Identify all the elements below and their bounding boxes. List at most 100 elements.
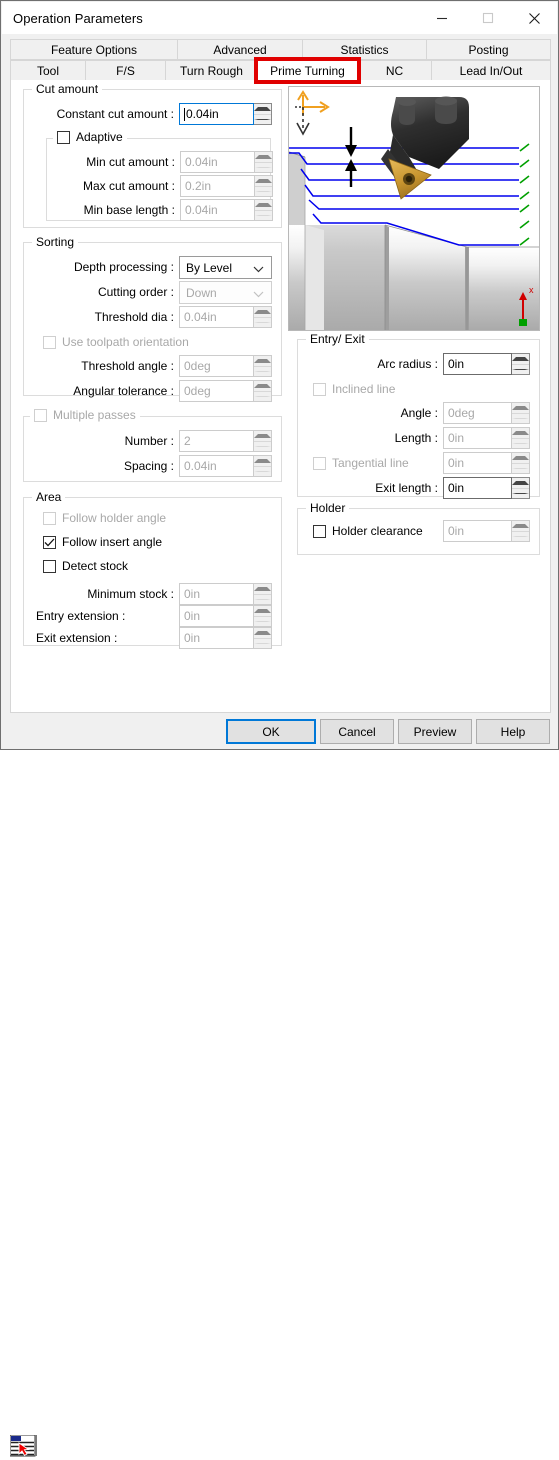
input-min-base-length-field[interactable]: 0.04in [180,199,255,221]
list-cursor-icon[interactable] [9,1434,40,1457]
input-exit-length[interactable]: 0in [443,477,530,499]
input-length-field[interactable]: 0in [443,427,512,449]
cancel-button[interactable]: Cancel [320,719,394,744]
input-minimum-stock-field[interactable]: 0in [179,583,254,605]
spinner-arc-radius[interactable] [512,353,530,375]
tab-lead-in-out[interactable]: Lead In/Out [432,60,551,81]
input-entry-extension-field[interactable]: 0in [179,605,254,627]
input-tangential-line[interactable]: 0in [443,452,530,474]
spinner-min-base-length[interactable] [255,199,273,221]
spinner-down-button[interactable] [254,113,271,125]
spinner-up-button[interactable] [255,176,272,186]
input-min-base-length[interactable]: 0.04in [180,199,273,221]
input-spacing[interactable]: 0.04in [179,455,272,477]
spinner-up-button[interactable] [254,456,271,466]
spinner-minimum-stock[interactable] [254,583,272,605]
spinner-min-cut-amount[interactable] [255,151,273,173]
spinner-down-button[interactable] [254,316,271,328]
spinner-tangential-line[interactable] [512,452,530,474]
input-threshold-dia[interactable]: 0.04in [179,306,272,328]
input-tangential-line-field[interactable]: 0in [443,452,512,474]
input-angular-tolerance-field[interactable]: 0deg [179,380,254,402]
input-angle[interactable]: 0deg [443,402,530,424]
spinner-down-button[interactable] [254,593,271,605]
spinner-down-button[interactable] [254,440,271,452]
spinner-down-button[interactable] [512,487,529,499]
spinner-up-button[interactable] [512,428,529,438]
spinner-up-button[interactable] [512,521,529,531]
spinner-threshold-dia[interactable] [254,306,272,328]
spinner-up-button[interactable] [254,356,271,366]
spinner-down-button[interactable] [254,637,271,649]
spinner-number[interactable] [254,430,272,452]
tab-prime-turning-highlight[interactable]: Prime Turning [254,57,361,84]
spinner-exit-extension[interactable] [254,627,272,649]
spinner-up-button[interactable] [254,381,271,391]
ok-button[interactable]: OK [226,719,316,744]
input-minimum-stock[interactable]: 0in [179,583,272,605]
close-button[interactable] [511,2,557,34]
spinner-max-cut-amount[interactable] [255,175,273,197]
preview-button[interactable]: Preview [398,719,472,744]
dropdown-cutting-order[interactable]: Down [179,281,272,304]
spinner-exit-length[interactable] [512,477,530,499]
tab-turn-rough[interactable]: Turn Rough [166,60,258,81]
spinner-up-button[interactable] [254,307,271,317]
spinner-threshold-angle[interactable] [254,355,272,377]
checkbox-holder-clearance[interactable]: Holder clearance [313,524,423,538]
spinner-down-button[interactable] [254,465,271,477]
spinner-angular-tolerance[interactable] [254,380,272,402]
input-number[interactable]: 2 [179,430,272,452]
input-threshold-angle-field[interactable]: 0deg [179,355,254,377]
checkbox-adaptive[interactable]: Adaptive [53,130,127,144]
spinner-up-button[interactable] [512,478,529,488]
help-button[interactable]: Help [476,719,550,744]
spinner-length[interactable] [512,427,530,449]
minimize-button[interactable] [419,2,465,34]
input-threshold-dia-field[interactable]: 0.04in [179,306,254,328]
spinner-up-button[interactable] [254,584,271,594]
spinner-up-button[interactable] [255,152,272,162]
spinner-spacing[interactable] [254,455,272,477]
input-spacing-field[interactable]: 0.04in [179,455,254,477]
spinner-constant-cut-amount[interactable] [254,103,272,125]
spinner-entry-extension[interactable] [254,605,272,627]
tab-posting[interactable]: Posting [427,39,551,60]
spinner-up-button[interactable] [254,104,271,114]
spinner-down-button[interactable] [254,615,271,627]
input-exit-extension[interactable]: 0in [179,627,272,649]
tab-feature-options[interactable]: Feature Options [10,39,178,60]
input-holder-clearance[interactable]: 0in [443,520,530,542]
checkbox-follow-insert-angle[interactable]: Follow insert angle [43,535,162,549]
spinner-up-button[interactable] [255,200,272,210]
spinner-up-button[interactable] [254,431,271,441]
checkbox-multiple-passes[interactable]: Multiple passes [30,408,140,422]
dropdown-depth-processing[interactable]: By Level [179,256,272,279]
spinner-down-button[interactable] [512,437,529,449]
input-exit-extension-field[interactable]: 0in [179,627,254,649]
spinner-holder-clearance[interactable] [512,520,530,542]
input-constant-cut-amount-field[interactable]: 0.04in [179,103,254,125]
spinner-up-button[interactable] [254,606,271,616]
spinner-down-button[interactable] [255,185,272,197]
input-entry-extension[interactable]: 0in [179,605,272,627]
input-holder-clearance-field[interactable]: 0in [443,520,512,542]
checkbox-follow-holder-angle[interactable]: Follow holder angle [43,511,166,525]
tab-fs[interactable]: F/S [86,60,166,81]
input-number-field[interactable]: 2 [179,430,254,452]
spinner-angle[interactable] [512,402,530,424]
spinner-down-button[interactable] [255,209,272,221]
spinner-up-button[interactable] [512,453,529,463]
spinner-down-button[interactable] [512,530,529,542]
spinner-down-button[interactable] [512,462,529,474]
spinner-up-button[interactable] [254,628,271,638]
input-threshold-angle[interactable]: 0deg [179,355,272,377]
checkbox-use-toolpath-orientation[interactable]: Use toolpath orientation [43,335,189,349]
tab-nc[interactable]: NC [358,60,432,81]
input-angle-field[interactable]: 0deg [443,402,512,424]
spinner-down-button[interactable] [254,390,271,402]
checkbox-detect-stock[interactable]: Detect stock [43,559,128,573]
input-arc-radius-field[interactable]: 0in [443,353,512,375]
spinner-down-button[interactable] [512,412,529,424]
spinner-down-button[interactable] [255,161,272,173]
